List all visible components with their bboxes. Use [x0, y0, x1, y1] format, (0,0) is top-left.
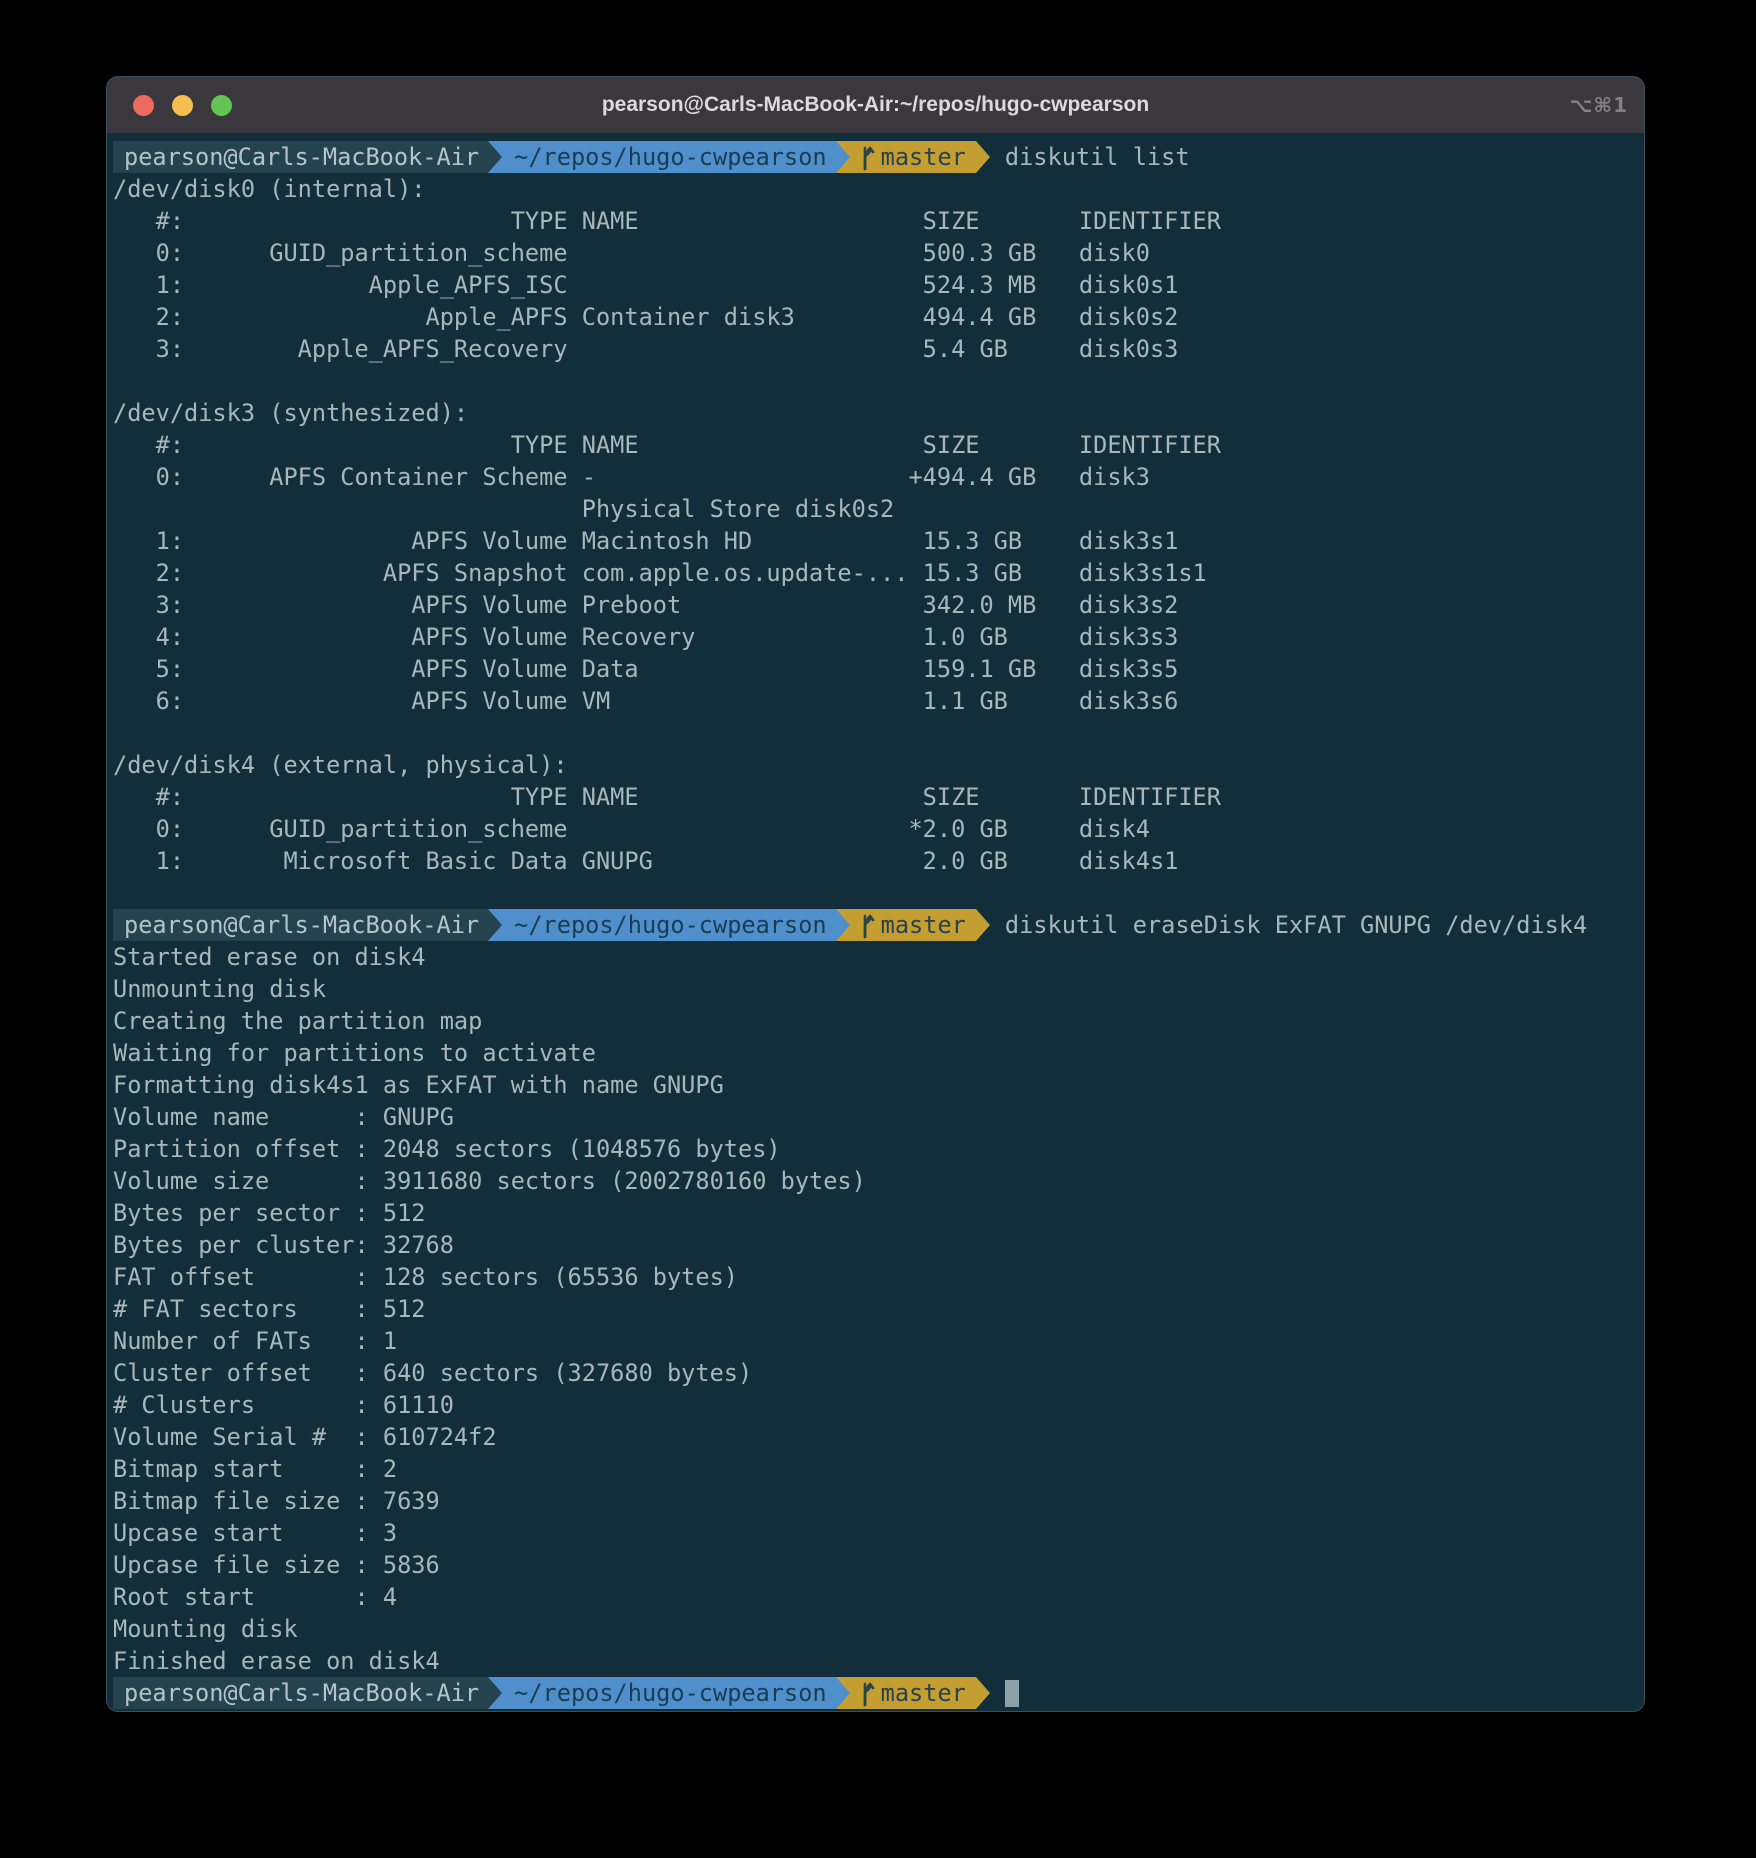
command-text-1: diskutil list — [1005, 141, 1190, 173]
terminal-content[interactable]: pearson@Carls-MacBook-Air ~/repos/hugo-c… — [107, 133, 1644, 1712]
git-branch-icon — [856, 1680, 878, 1707]
powerline-arrow-icon — [836, 909, 850, 941]
prompt-git-branch: master — [881, 141, 966, 173]
command-text-2: diskutil eraseDisk ExFAT GNUPG /dev/disk… — [1005, 909, 1587, 941]
powerline-arrow-icon — [976, 909, 990, 941]
prompt-git-segment: master — [850, 909, 976, 941]
titlebar[interactable]: pearson@Carls-MacBook-Air:~/repos/hugo-c… — [107, 77, 1644, 133]
terminal-window: pearson@Carls-MacBook-Air:~/repos/hugo-c… — [106, 76, 1645, 1712]
text-cursor[interactable] — [1005, 1680, 1019, 1707]
git-branch-icon — [856, 912, 878, 939]
prompt-line-2: pearson@Carls-MacBook-Air ~/repos/hugo-c… — [113, 909, 1638, 941]
prompt-user-host: pearson@Carls-MacBook-Air — [113, 141, 488, 173]
prompt-git-segment: master — [850, 141, 976, 173]
powerline-arrow-icon — [976, 141, 990, 173]
window-title: pearson@Carls-MacBook-Air:~/repos/hugo-c… — [107, 93, 1644, 117]
prompt-line-1: pearson@Carls-MacBook-Air ~/repos/hugo-c… — [113, 141, 1638, 173]
git-branch-icon — [856, 144, 878, 171]
prompt-cwd: ~/repos/hugo-cwpearson — [502, 1677, 836, 1709]
powerline-arrow-icon — [488, 909, 502, 941]
prompt-git-segment: master — [850, 1677, 976, 1709]
powerline-arrow-icon — [836, 1677, 850, 1709]
erase-output: Started erase on disk4 Unmounting disk C… — [113, 941, 1638, 1677]
powerline-arrow-icon — [836, 141, 850, 173]
prompt-user-host: pearson@Carls-MacBook-Air — [113, 1677, 488, 1709]
powerline-arrow-icon — [976, 1677, 990, 1709]
prompt-line-3: pearson@Carls-MacBook-Air ~/repos/hugo-c… — [113, 1677, 1638, 1709]
prompt-cwd: ~/repos/hugo-cwpearson — [502, 909, 836, 941]
keyboard-shortcut-badge: ⌥⌘1 — [1569, 77, 1628, 133]
powerline-arrow-icon — [488, 1677, 502, 1709]
prompt-user-host: pearson@Carls-MacBook-Air — [113, 909, 488, 941]
powerline-arrow-icon — [488, 141, 502, 173]
prompt-git-branch: master — [881, 1677, 966, 1709]
diskutil-list-output: /dev/disk0 (internal): #: TYPE NAME SIZE… — [113, 173, 1638, 877]
prompt-cwd: ~/repos/hugo-cwpearson — [502, 141, 836, 173]
prompt-git-branch: master — [881, 909, 966, 941]
